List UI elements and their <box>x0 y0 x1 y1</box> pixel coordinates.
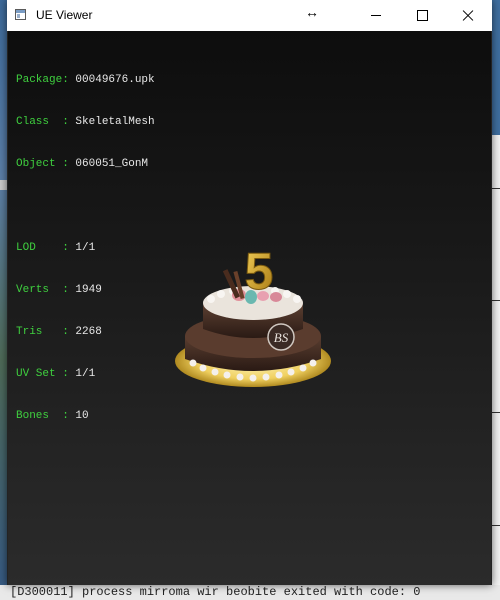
candle-number-5: 5 <box>245 243 274 301</box>
info-row-class: Class : SkeletalMesh <box>16 116 155 128</box>
info-row-object: Object : 060051_GonM <box>16 158 149 170</box>
maximize-icon <box>416 10 428 21</box>
info-row-package: Package: 00049676.upk <box>16 74 155 86</box>
title-bar[interactable]: UE Viewer ↔ <box>7 0 492 31</box>
minimize-icon <box>371 15 381 16</box>
app-window-icon <box>15 9 26 20</box>
window-title: UE Viewer <box>36 8 93 22</box>
info-row-bones: Bones : 10 <box>16 410 89 422</box>
close-button[interactable] <box>445 0 491 31</box>
info-row-tris: Tris : 2268 <box>16 326 102 338</box>
resize-cursor-icon: ↔ <box>305 4 319 20</box>
close-icon <box>462 10 474 22</box>
cake-3d-model: 5 BS <box>175 243 331 387</box>
minimize-button[interactable] <box>353 0 399 31</box>
maximize-button[interactable] <box>399 0 445 31</box>
bs-emblem-text: BS <box>274 330 289 345</box>
info-row-uvset: UV Set : 1/1 <box>16 368 96 380</box>
mesh-info-overlay: Package: 00049676.upk Class : SkeletalMe… <box>16 45 155 451</box>
3d-viewport[interactable]: Package: 00049676.upk Class : SkeletalMe… <box>8 31 491 585</box>
background-terminal-text: [D300011] process mirroma wir beobite ex… <box>0 585 500 600</box>
info-row-verts: Verts : 1949 <box>16 284 102 296</box>
info-row-lod: LOD : 1/1 <box>16 242 96 254</box>
ue-viewer-window: UE Viewer ↔ Package: 00049676.upk Class … <box>7 0 492 585</box>
